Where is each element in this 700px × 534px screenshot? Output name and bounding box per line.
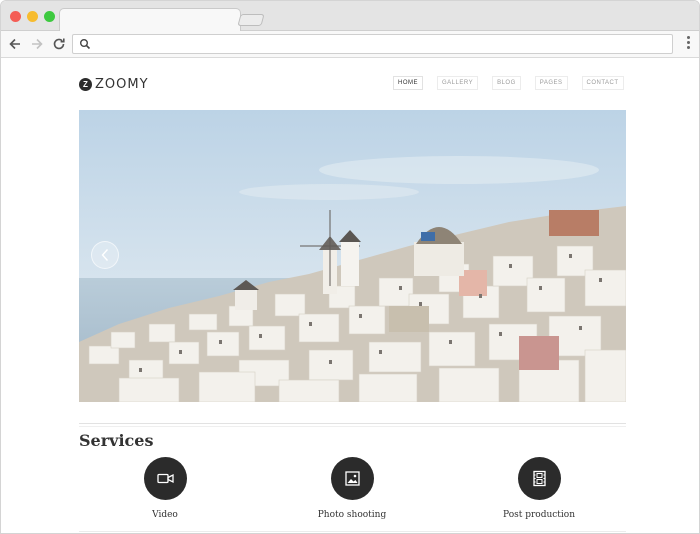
service-label: Post production — [503, 510, 575, 520]
service-video[interactable]: Video — [105, 457, 225, 520]
search-icon — [80, 39, 91, 50]
nav-item-home[interactable]: HOME — [393, 76, 423, 90]
browser-tab[interactable] — [59, 8, 241, 32]
service-post-production[interactable]: Post production — [479, 457, 599, 520]
service-label: Photo shooting — [317, 510, 387, 520]
back-arrow-icon[interactable] — [6, 35, 24, 53]
maximize-window-button[interactable] — [44, 11, 55, 22]
section-divider — [79, 531, 626, 532]
minimize-window-button[interactable] — [27, 11, 38, 22]
service-label: Video — [152, 510, 178, 520]
hero-slider[interactable] — [79, 110, 626, 402]
section-divider — [79, 426, 626, 427]
service-icon-circle — [517, 457, 561, 500]
logo-text: ZOOMY — [95, 76, 149, 92]
nav-item-contact[interactable]: CONTACT — [581, 76, 624, 90]
forward-arrow-icon[interactable] — [28, 35, 46, 53]
service-photo-shooting[interactable]: Photo shooting — [292, 457, 412, 520]
new-tab-button[interactable] — [237, 14, 265, 26]
browser-window: Z ZOOMY HOME GALLERY BLOG PAGES CONTACT — [0, 0, 700, 534]
nav-item-blog[interactable]: BLOG — [492, 76, 521, 90]
main-navigation: HOME GALLERY BLOG PAGES CONTACT — [393, 76, 624, 90]
web-page: Z ZOOMY HOME GALLERY BLOG PAGES CONTACT — [1, 58, 699, 533]
address-bar[interactable] — [72, 34, 673, 54]
video-camera-icon — [156, 473, 174, 484]
service-icon-circle — [143, 457, 187, 500]
hero-image-santorini — [79, 110, 626, 402]
photo-icon — [344, 471, 360, 486]
close-window-button[interactable] — [10, 11, 21, 22]
slider-prev-button[interactable] — [91, 241, 119, 269]
browser-toolbar — [1, 31, 699, 58]
logo-mark: Z — [79, 77, 92, 91]
kebab-menu-icon[interactable] — [685, 36, 691, 52]
reload-icon[interactable] — [50, 35, 68, 53]
section-divider — [79, 423, 626, 424]
services-heading: Services — [79, 431, 154, 450]
nav-item-gallery[interactable]: GALLERY — [437, 76, 479, 90]
service-icon-circle — [330, 457, 374, 500]
site-logo[interactable]: Z ZOOMY — [79, 76, 149, 92]
film-icon — [532, 470, 546, 487]
nav-item-pages[interactable]: PAGES — [534, 76, 568, 90]
browser-tab-bar — [1, 1, 699, 32]
chevron-left-icon — [101, 249, 109, 261]
